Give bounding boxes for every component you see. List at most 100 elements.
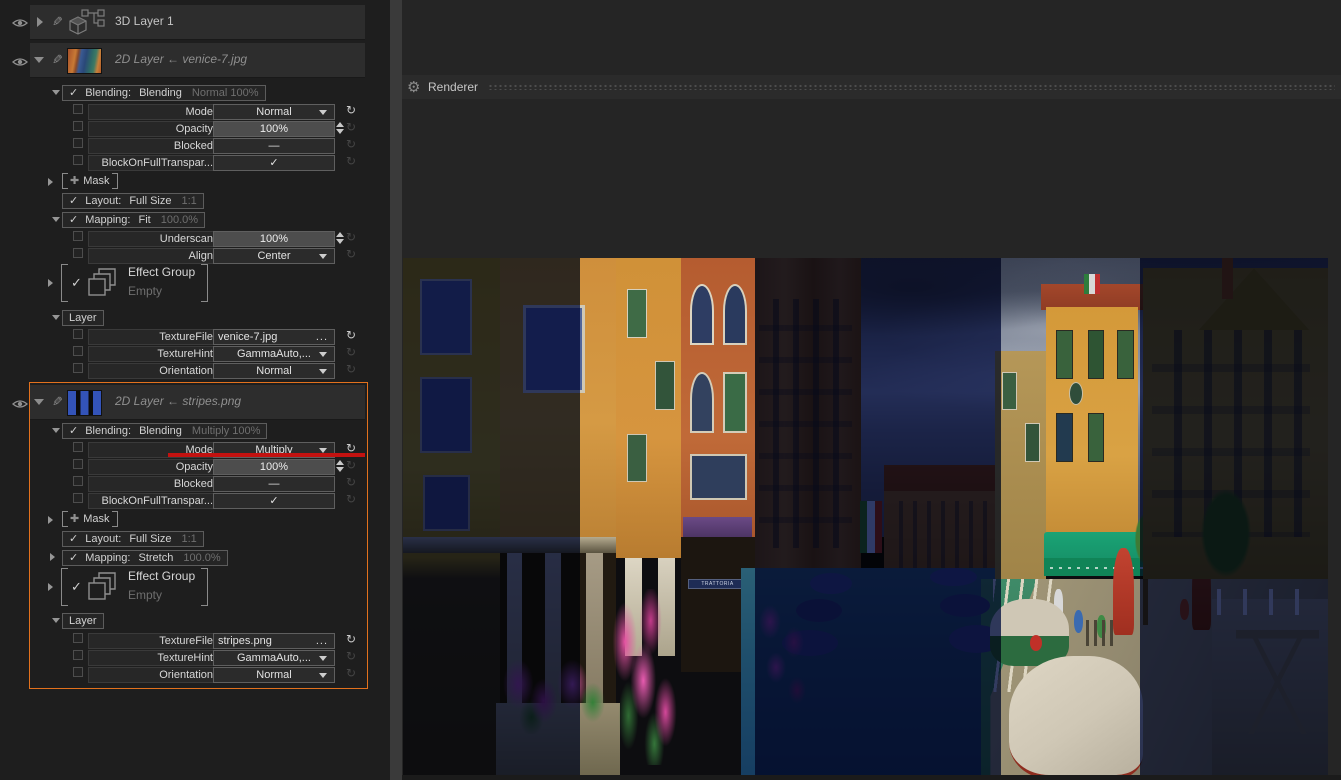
animate-checkbox[interactable] <box>73 248 83 258</box>
reset-icon[interactable]: ↻ <box>346 475 356 490</box>
blending-section-header[interactable]: ✓Blending:BlendingNormal 100% <box>62 85 266 101</box>
reset-icon[interactable]: ↻ <box>346 103 356 118</box>
collapse-chevron-icon[interactable] <box>52 217 60 222</box>
animate-checkbox[interactable] <box>73 346 83 356</box>
animate-checkbox[interactable] <box>73 155 83 165</box>
animate-checkbox[interactable] <box>73 363 83 373</box>
orientation-dropdown[interactable]: Normal <box>213 667 335 683</box>
visibility-eye-icon[interactable] <box>12 56 28 68</box>
layer-row-venice[interactable]: ✎ 2D Layer ← venice-7.jpg <box>30 43 365 78</box>
effect-group[interactable]: ✓ Effect Group Empty <box>70 568 202 606</box>
animate-checkbox[interactable] <box>73 633 83 643</box>
animate-checkbox[interactable] <box>73 104 83 114</box>
add-plus-icon[interactable]: ✚ <box>70 513 79 525</box>
expand-chevron-icon[interactable] <box>50 553 55 561</box>
visibility-eye-icon[interactable] <box>12 398 28 410</box>
reset-icon[interactable]: ↻ <box>346 666 356 681</box>
value-spinner[interactable] <box>336 459 345 473</box>
value-spinner[interactable] <box>336 231 345 245</box>
layer-section-header[interactable]: Layer <box>62 613 104 629</box>
panel-splitter[interactable] <box>390 0 402 780</box>
opacity-input[interactable]: 100% <box>213 121 335 137</box>
value-spinner[interactable] <box>336 121 345 135</box>
layer-row-3d[interactable]: ✎ 3D Layer 1 <box>30 5 365 40</box>
collapse-chevron-icon[interactable] <box>52 618 60 623</box>
enabled-check[interactable]: ✓ <box>69 533 78 545</box>
collapse-chevron-icon[interactable] <box>34 57 44 63</box>
texture-file-field[interactable]: venice-7.jpg... <box>213 329 335 345</box>
expand-chevron-icon[interactable] <box>48 178 53 186</box>
collapse-chevron-icon[interactable] <box>52 428 60 433</box>
enabled-check[interactable]: ✓ <box>71 579 82 595</box>
animate-checkbox[interactable] <box>73 329 83 339</box>
animate-checkbox[interactable] <box>73 476 83 486</box>
blocked-toggle[interactable]: — <box>213 476 335 492</box>
animate-checkbox[interactable] <box>73 231 83 241</box>
reset-icon[interactable]: ↻ <box>346 230 356 245</box>
renderer-header[interactable]: ⚙ Renderer <box>402 75 1341 99</box>
add-plus-icon[interactable]: ✚ <box>70 175 79 187</box>
underscan-input[interactable]: 100% <box>213 231 335 247</box>
animate-checkbox[interactable] <box>73 650 83 660</box>
enabled-check[interactable]: ✓ <box>71 275 82 291</box>
blending-section-header[interactable]: ✓Blending:BlendingMultiply 100% <box>62 423 267 439</box>
animate-checkbox[interactable] <box>73 493 83 503</box>
expand-chevron-icon[interactable] <box>37 17 43 27</box>
visibility-eye-icon[interactable] <box>12 17 28 29</box>
reset-icon[interactable]: ↻ <box>346 649 356 664</box>
enabled-check[interactable]: ✓ <box>69 425 78 437</box>
enabled-check[interactable]: ✓ <box>69 214 78 226</box>
reset-icon[interactable]: ↻ <box>346 632 356 647</box>
browse-button[interactable]: ... <box>316 330 328 344</box>
opacity-input[interactable]: 100% <box>213 459 335 475</box>
texture-hint-dropdown[interactable]: GammaAuto,... <box>213 346 335 362</box>
reset-icon[interactable]: ↻ <box>346 458 356 473</box>
expand-chevron-icon[interactable] <box>48 279 53 287</box>
gear-icon[interactable]: ⚙ <box>407 78 420 96</box>
reset-icon[interactable]: ↻ <box>346 137 356 152</box>
collapse-chevron-icon[interactable] <box>34 399 44 405</box>
mapping-section-header[interactable]: ✓Mapping:Fit100.0% <box>62 212 205 228</box>
mapping-section-header[interactable]: ✓Mapping:Stretch100.0% <box>62 550 228 566</box>
arched-window <box>690 284 714 345</box>
browse-button[interactable]: ... <box>316 634 328 648</box>
blocked-toggle[interactable]: — <box>213 138 335 154</box>
layer-section-header[interactable]: Layer <box>62 310 104 326</box>
animate-checkbox[interactable] <box>73 138 83 148</box>
mode-dropdown[interactable]: Normal <box>213 104 335 120</box>
building-window <box>1056 330 1073 379</box>
reset-icon[interactable]: ↻ <box>346 362 356 377</box>
orientation-dropdown[interactable]: Normal <box>213 363 335 379</box>
block-on-full-transparency-toggle[interactable]: ✓ <box>213 493 335 509</box>
layout-section-header[interactable]: ✓Layout:Full Size1:1 <box>62 531 204 547</box>
edit-pencil-icon[interactable]: ✎ <box>52 52 63 68</box>
collapse-chevron-icon[interactable] <box>52 315 60 320</box>
reset-icon[interactable]: ↻ <box>346 328 356 343</box>
edit-pencil-icon[interactable]: ✎ <box>52 394 63 410</box>
enabled-check[interactable]: ✓ <box>69 195 78 207</box>
texture-file-field[interactable]: stripes.png... <box>213 633 335 649</box>
align-dropdown[interactable]: Center <box>213 248 335 264</box>
animate-checkbox[interactable] <box>73 442 83 452</box>
mask-group[interactable]: ✚Mask <box>70 173 110 189</box>
block-on-full-transparency-toggle[interactable]: ✓ <box>213 155 335 171</box>
expand-chevron-icon[interactable] <box>48 583 53 591</box>
animate-checkbox[interactable] <box>73 459 83 469</box>
expand-chevron-icon[interactable] <box>48 516 53 524</box>
reset-icon[interactable]: ↻ <box>346 492 356 507</box>
reset-icon[interactable]: ↻ <box>346 120 356 135</box>
reset-icon[interactable]: ↻ <box>346 154 356 169</box>
edit-pencil-icon[interactable]: ✎ <box>52 14 63 30</box>
reset-icon[interactable]: ↻ <box>346 345 356 360</box>
enabled-check[interactable]: ✓ <box>69 552 78 564</box>
enabled-check[interactable]: ✓ <box>69 87 78 99</box>
animate-checkbox[interactable] <box>73 667 83 677</box>
animate-checkbox[interactable] <box>73 121 83 131</box>
collapse-chevron-icon[interactable] <box>52 90 60 95</box>
reset-icon[interactable]: ↻ <box>346 247 356 262</box>
mask-group[interactable]: ✚Mask <box>70 511 110 527</box>
layer-row-stripes[interactable]: ✎ 2D Layer ← stripes.png <box>30 385 365 420</box>
effect-group[interactable]: ✓ Effect Group Empty <box>70 264 202 302</box>
texture-hint-dropdown[interactable]: GammaAuto,... <box>213 650 335 666</box>
layout-section-header[interactable]: ✓Layout:Full Size1:1 <box>62 193 204 209</box>
